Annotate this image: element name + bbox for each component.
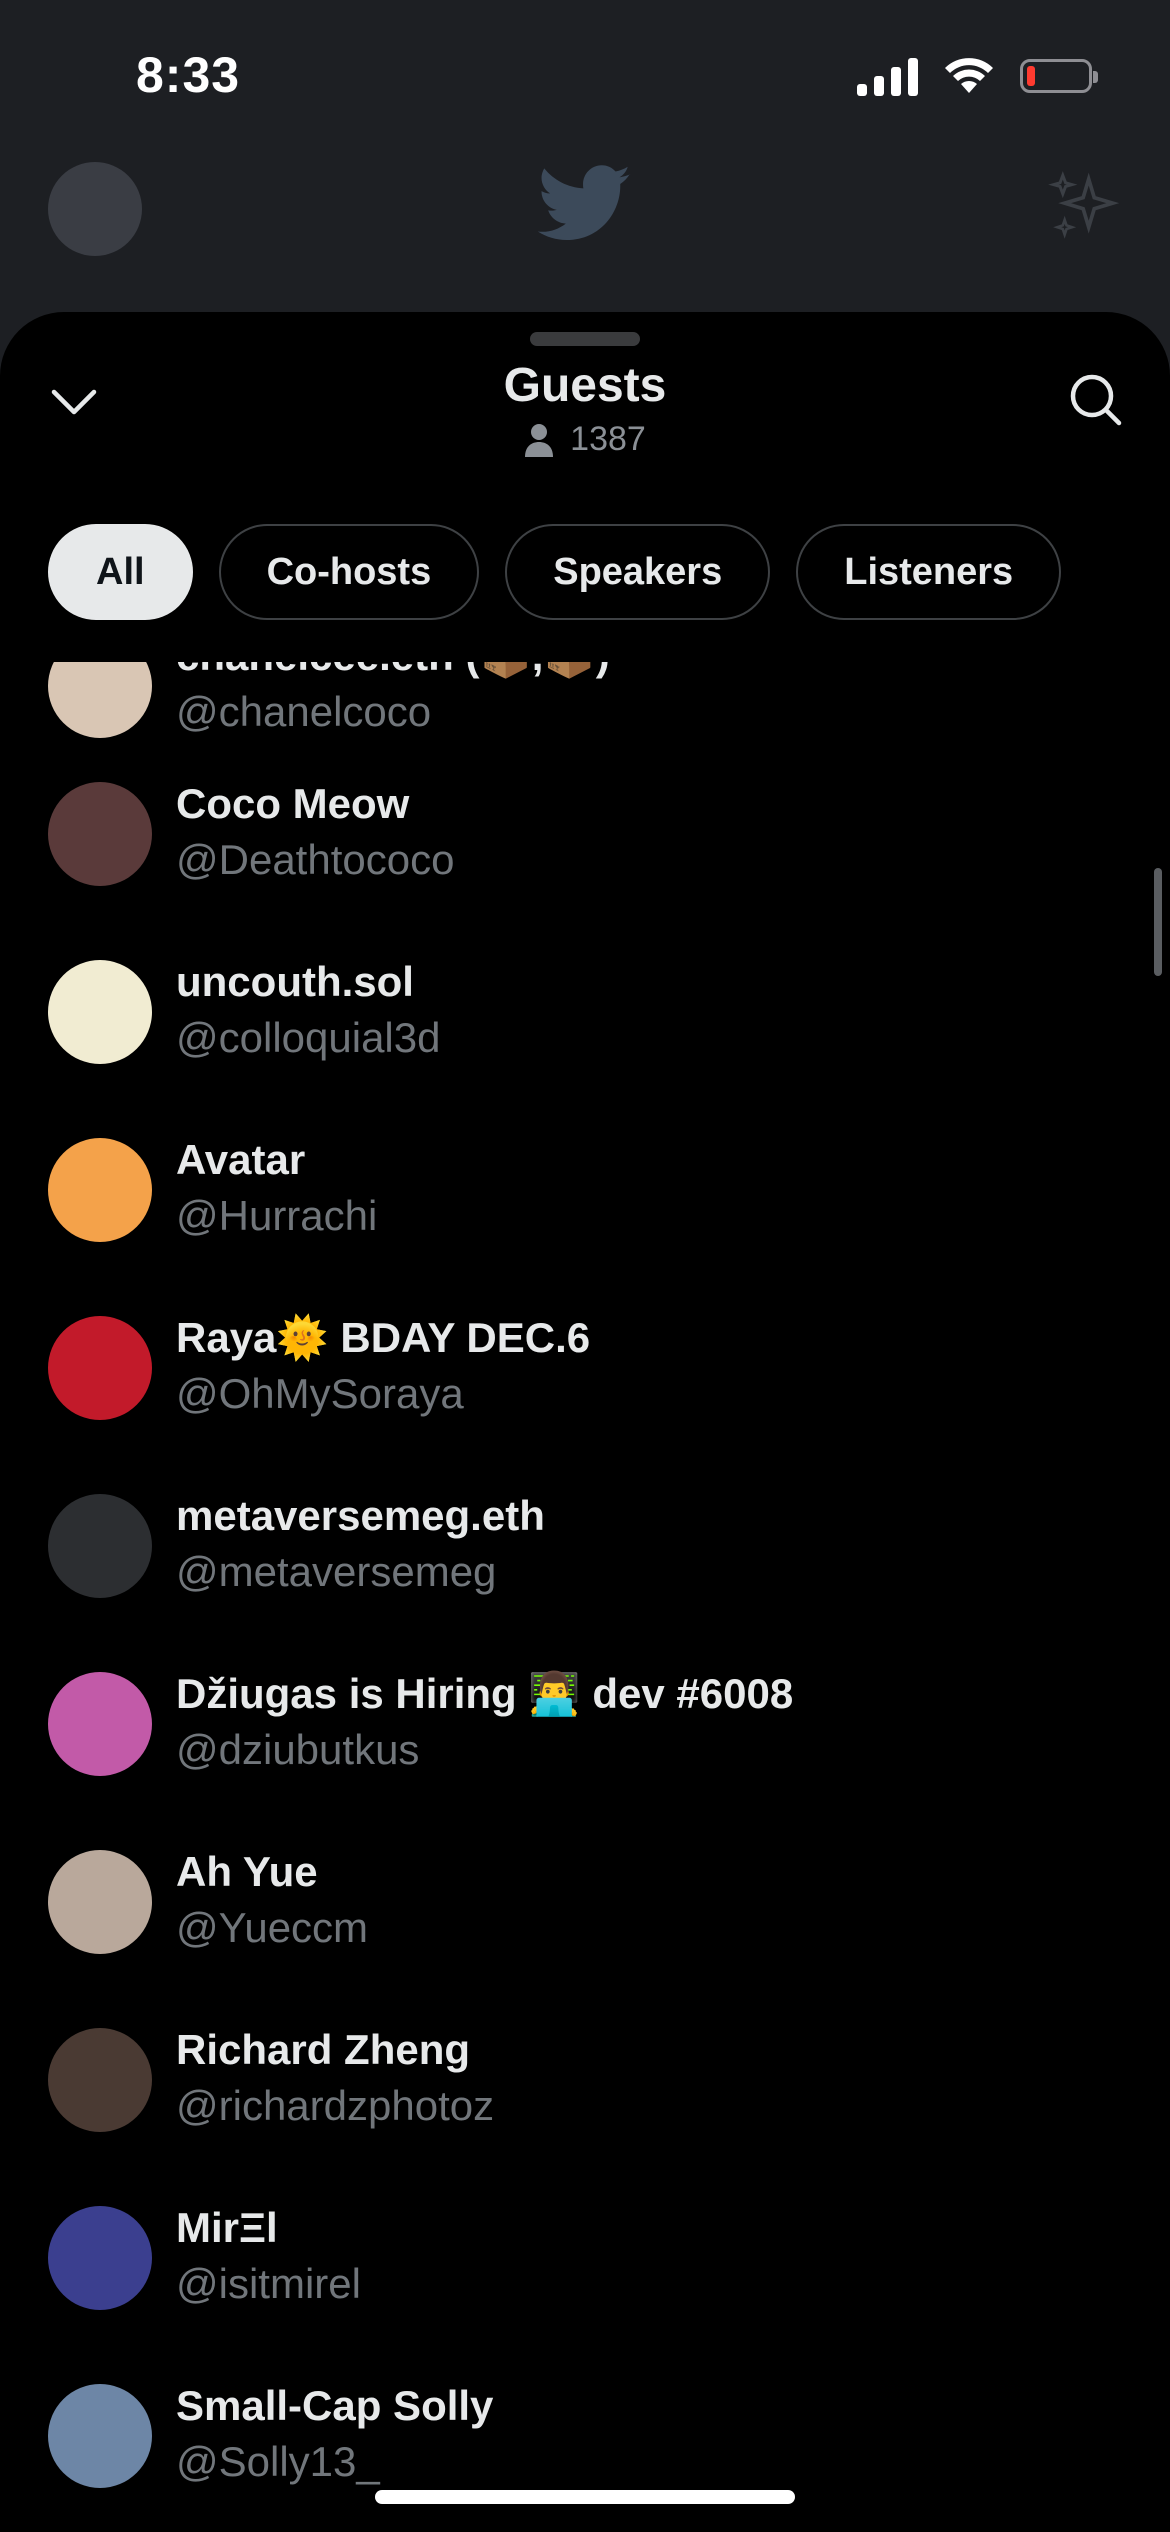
avatar[interactable] (48, 782, 152, 886)
person-icon (525, 423, 554, 457)
sparkle-icon[interactable] (1048, 168, 1122, 242)
list-item[interactable]: Richard Zheng @richardzphotoz (0, 2016, 1170, 2194)
avatar[interactable] (48, 1494, 152, 1598)
listener-count-value: 1387 (570, 420, 646, 458)
sheet-title: Guests (503, 359, 667, 412)
list-item[interactable]: Džiugas is Hiring 👨‍💻 dev #6008 @dziubut… (0, 1660, 1170, 1838)
list-item[interactable]: Coco Meow @Deathtococo (0, 770, 1170, 948)
status-time: 8:33 (136, 47, 241, 103)
list-item[interactable]: MirΞl @isitmirel (0, 2194, 1170, 2372)
list-item[interactable]: metaversemeg.eth @metaversemeg (0, 1482, 1170, 1660)
avatar[interactable] (48, 2384, 152, 2488)
filter-tabs: All Co-hosts Speakers Listeners (48, 524, 1062, 620)
list-item[interactable]: Avatar @Hurrachi (0, 1126, 1170, 1304)
guest-handle: @OhMySoraya (176, 1370, 464, 1417)
guest-name: chanelcee.eth (📦,📦) (176, 662, 610, 681)
list-item[interactable]: Raya🌞 BDAY DEC.6 @OhMySoraya (0, 1304, 1170, 1482)
guest-name: Richard Zheng (176, 2026, 471, 2073)
avatar[interactable] (48, 1672, 152, 1776)
tab-speakers[interactable]: Speakers (505, 524, 771, 620)
search-button[interactable] (1060, 364, 1130, 434)
sheet-grabber[interactable] (530, 332, 640, 346)
list-item[interactable]: uncouth.sol @colloquial3d (0, 948, 1170, 1126)
guest-handle: @colloquial3d (176, 1014, 441, 1061)
guest-handle: @metaversemeg (176, 1548, 497, 1595)
tab-listeners[interactable]: Listeners (796, 524, 1062, 620)
guest-handle: @Hurrachi (176, 1192, 378, 1239)
avatar[interactable] (48, 960, 152, 1064)
tab-co-hosts[interactable]: Co-hosts (218, 524, 480, 620)
battery-icon (1020, 59, 1098, 93)
guest-name: uncouth.sol (176, 958, 414, 1005)
guest-name: MirΞl (176, 2204, 278, 2251)
listener-count: 1387 (0, 420, 1170, 459)
guest-handle: @Deathtococo (176, 836, 455, 883)
guest-handle: @Yueccm (176, 1904, 369, 1951)
twitter-bird-icon (538, 165, 631, 241)
guest-name: Coco Meow (176, 780, 410, 827)
scrollbar[interactable] (1154, 868, 1162, 976)
tab-all[interactable]: All (48, 524, 193, 620)
avatar[interactable] (48, 662, 152, 738)
list-item[interactable]: Small-Cap Solly @Solly13_ (0, 2372, 1170, 2532)
guest-name: Raya🌞 BDAY DEC.6 (176, 1314, 591, 1361)
guest-handle: @Solly13_ (176, 2438, 380, 2485)
wifi-icon (945, 58, 993, 93)
search-icon (1070, 374, 1122, 426)
guest-name: Avatar (176, 1136, 306, 1183)
guest-name: Ah Yue (176, 1848, 318, 1895)
status-icons (857, 56, 1098, 96)
guests-sheet: Guests 1387 All Co-hosts Speakers Listen… (0, 312, 1170, 2532)
guest-handle: @isitmirel (176, 2260, 361, 2307)
home-indicator[interactable] (375, 2490, 795, 2504)
guest-handle: @chanelcoco (176, 688, 432, 735)
guest-name: metaversemeg.eth (176, 1492, 545, 1539)
avatar[interactable] (48, 1850, 152, 1954)
profile-avatar[interactable] (48, 162, 142, 256)
list-item[interactable]: Ah Yue @Yueccm (0, 1838, 1170, 2016)
avatar[interactable] (48, 1138, 152, 1242)
guest-name: Džiugas is Hiring 👨‍💻 dev #6008 (176, 1670, 794, 1717)
guest-handle: @richardzphotoz (176, 2082, 495, 2129)
avatar[interactable] (48, 2206, 152, 2310)
list-item[interactable]: chanelcee.eth (📦,📦) @chanelcoco (0, 662, 1170, 770)
avatar[interactable] (48, 2028, 152, 2132)
guest-list[interactable]: chanelcee.eth (📦,📦) @chanelcoco Coco Meo… (0, 662, 1170, 2532)
guest-name: Small-Cap Solly (176, 2382, 494, 2429)
guest-handle: @dziubutkus (176, 1726, 420, 1773)
avatar[interactable] (48, 1316, 152, 1420)
cellular-signal-icon (857, 56, 918, 96)
